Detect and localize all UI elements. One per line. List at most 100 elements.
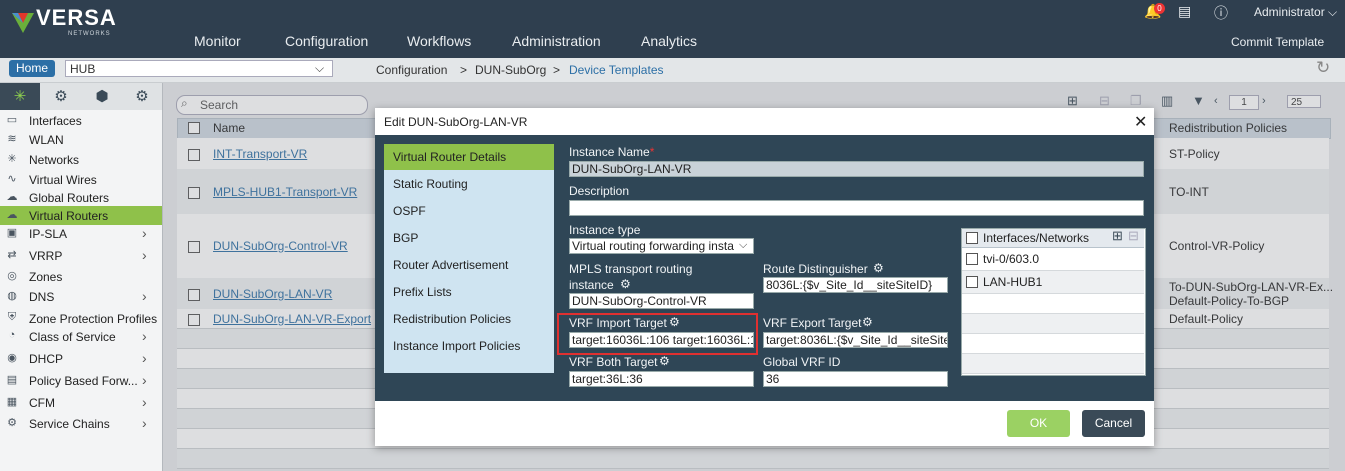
dialog-menu-item-instance-import-policies[interactable]: Instance Import Policies [384, 333, 554, 359]
sidebar-item-networks[interactable]: ✳ Networks [0, 150, 162, 169]
settings-tab-icon[interactable]: ⚙ [122, 83, 162, 110]
wire-icon: ∿ [7, 173, 17, 185]
close-icon[interactable]: ✕ [1134, 112, 1147, 132]
vrf-both-field[interactable]: target:36L:36 [569, 371, 754, 387]
empty-row [962, 294, 1144, 314]
sidebar-item-cfm[interactable]: ▦ CFM › [0, 393, 162, 412]
interface-checkbox[interactable] [966, 276, 978, 288]
menu-item-label: Virtual Router Details [393, 150, 507, 164]
sidebar-item-wlan[interactable]: ≋ WLAN [0, 130, 162, 149]
sidebar-item-virtual-routers[interactable]: ☁ Virtual Routers [0, 206, 162, 225]
dialog-menu-item-bgp[interactable]: BGP [384, 225, 554, 251]
instance-name-label: Instance Name* [569, 145, 655, 159]
router-icon: ☁ [6, 191, 18, 203]
empty-row [962, 354, 1144, 374]
sidebar-item-zone-protection-profiles[interactable]: ⛨ Zone Protection Profiles [0, 309, 162, 328]
sidebar-item-interfaces[interactable]: ▭ Interfaces [0, 111, 162, 130]
description-field[interactable] [569, 200, 1144, 216]
info-icon[interactable]: ⓘ [1214, 3, 1228, 23]
sidebar-item-label: Class of Service [29, 330, 116, 344]
menu-item-label: Prefix Lists [393, 285, 452, 299]
highlight-box [557, 313, 758, 355]
network-tab-icon[interactable]: ✳ [0, 83, 40, 110]
ok-button[interactable]: OK [1007, 410, 1070, 437]
sidebar-item-dhcp[interactable]: ◉ DHCP › [0, 349, 162, 368]
nav-analytics[interactable]: Analytics [641, 33, 697, 49]
sidebar-item-global-routers[interactable]: ☁ Global Routers [0, 188, 162, 207]
gear-icon[interactable]: ⚙ [873, 261, 884, 275]
route-distinguisher-label: Route Distinguisher [763, 262, 868, 276]
dialog-menu-item-ospf[interactable]: OSPF [384, 198, 554, 224]
vrf-both-label: VRF Both Target [569, 355, 658, 369]
dialog-menu-item-prefix-lists[interactable]: Prefix Lists [384, 279, 554, 305]
zones-icon: ◎ [7, 270, 17, 282]
commit-template-link[interactable]: Commit Template [1231, 35, 1324, 49]
breadcrumb-suborg[interactable]: DUN-SubOrg [475, 63, 546, 77]
gear-tab-icon[interactable]: ⚙ [41, 83, 81, 110]
gear-icon: ⚙ [7, 417, 17, 429]
pbf-icon: ▤ [6, 374, 18, 386]
user-menu[interactable]: Administrator ⌵ [1254, 5, 1337, 20]
brand-subtitle: NETWORKS [68, 31, 111, 37]
versa-logo-icon [12, 13, 34, 33]
sidebar-item-vrrp[interactable]: ⇄ VRRP › [0, 246, 162, 265]
sidebar-item-dns[interactable]: ◍ DNS › [0, 287, 162, 306]
route-distinguisher-field[interactable]: 8036L:{$v_Site_Id__siteSiteID} [763, 277, 948, 293]
interfaces-header-label: Interfaces/Networks [983, 231, 1090, 245]
mpls-transport-field[interactable]: DUN-SubOrg-Control-VR [569, 293, 754, 309]
sidebar-item-label: Virtual Routers [29, 209, 109, 223]
notification-badge: 0 [1154, 3, 1165, 14]
nav-monitor[interactable]: Monitor [194, 33, 241, 49]
sidebar-item-ip-sla[interactable]: ▣ IP-SLA › [0, 224, 162, 243]
sidebar-item-label: Service Chains [29, 417, 110, 431]
sidebar-item-label: Virtual Wires [29, 173, 97, 187]
mpls-label: MPLS transport routing [569, 262, 693, 276]
sidebar-item-class-of-service[interactable]: ◔ Class of Service › [0, 327, 162, 346]
versa-logo[interactable]: VERSA NETWORKS [6, 5, 131, 41]
gear-icon[interactable]: ⚙ [659, 354, 670, 368]
chevron-right-icon: › [142, 415, 147, 431]
nav-administration[interactable]: Administration [512, 33, 601, 49]
dialog-menu-item-redistribution-policies[interactable]: Redistribution Policies [384, 306, 554, 332]
chevron-right-icon: › [142, 394, 147, 410]
sidebar-item-policy-based-forw[interactable]: ▤ Policy Based Forw... › [0, 371, 162, 390]
interface-checkbox[interactable] [966, 253, 978, 265]
sidebar-item-label: CFM [29, 396, 55, 410]
instance-name-field[interactable]: DUN-SubOrg-LAN-VR [569, 161, 1144, 177]
dialog-menu-item-static-routing[interactable]: Static Routing [384, 171, 554, 197]
nav-configuration[interactable]: Configuration [285, 33, 368, 49]
sidebar-item-label: IP-SLA [29, 227, 68, 241]
breadcrumb-configuration[interactable]: Configuration [376, 63, 447, 77]
interfaces-select-all-checkbox[interactable] [966, 232, 978, 244]
cancel-button[interactable]: Cancel [1082, 410, 1145, 437]
instance-type-select[interactable]: Virtual routing forwarding insta [569, 238, 754, 254]
nav-workflows[interactable]: Workflows [407, 33, 471, 49]
brand-name: VERSA [36, 5, 117, 30]
chevron-right-icon: › [142, 247, 147, 263]
network-icon: ✳ [7, 153, 17, 165]
vrf-export-field[interactable]: target:8036L:{$v_Site_Id__siteSiteID [763, 332, 948, 348]
gear-icon[interactable]: ⚙ [620, 277, 631, 291]
organization-select[interactable]: HUB [65, 60, 333, 77]
cube-tab-icon[interactable]: ⬢ [82, 83, 122, 110]
breadcrumb-device-templates[interactable]: Device Templates [569, 63, 664, 77]
user-name: Administrator [1254, 5, 1325, 19]
sidebar-item-zones[interactable]: ◎ Zones [0, 267, 162, 286]
tasks-icon[interactable]: ▤ [1178, 3, 1191, 20]
add-icon[interactable]: ⊞ [1112, 228, 1123, 244]
mpls-label-line2: instance [569, 278, 614, 292]
sidebar-item-service-chains[interactable]: ⚙ Service Chains › [0, 414, 162, 433]
menu-item-label: BGP [393, 231, 419, 245]
gear-icon[interactable]: ⚙ [862, 315, 873, 329]
sidebar-item-label: Interfaces [29, 114, 82, 128]
home-button[interactable]: Home [9, 60, 55, 77]
sidebar-item-label: DHCP [29, 352, 64, 366]
sidebar-item-virtual-wires[interactable]: ∿ Virtual Wires [0, 170, 162, 189]
dialog-menu-item-router-advertisement[interactable]: Router Advertisement [384, 252, 554, 278]
remove-icon[interactable]: ⊟ [1128, 228, 1139, 244]
chevron-right-icon: › [142, 328, 147, 344]
dialog-menu-item-virtual-router-details[interactable]: Virtual Router Details [384, 144, 554, 170]
global-vrf-field[interactable]: 36 [763, 371, 948, 387]
refresh-icon[interactable]: ↻ [1316, 58, 1330, 78]
interface-name: tvi-0/603.0 [983, 252, 1040, 266]
